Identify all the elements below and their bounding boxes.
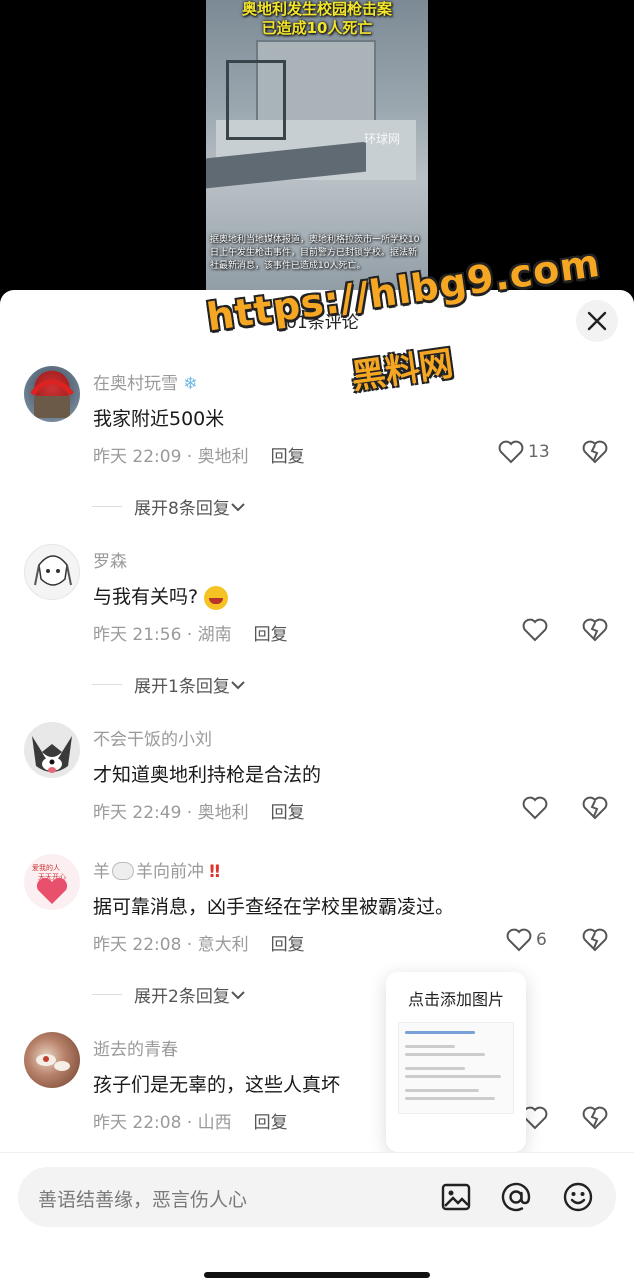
dislike-button[interactable]	[582, 928, 608, 956]
dislike-button[interactable]	[582, 618, 608, 646]
chevron-down-icon	[231, 990, 245, 999]
reply-button[interactable]: 回复	[254, 625, 288, 645]
chevron-down-icon	[231, 502, 245, 511]
at-icon	[501, 1182, 531, 1212]
screenshot-thumbnail[interactable]	[398, 1022, 514, 1114]
like-button[interactable]	[522, 618, 548, 642]
video-headline: 奥地利发生校园枪击案 已造成10人死亡	[241, 0, 392, 37]
reply-button[interactable]: 回复	[271, 935, 305, 955]
reply-button[interactable]: 回复	[271, 803, 305, 823]
video-scene-frame	[226, 60, 286, 140]
snowflake-icon: ❄	[183, 374, 198, 394]
expand-replies-label: 展开8条回复	[134, 499, 230, 519]
heart-icon	[522, 618, 548, 642]
sheep-icon	[112, 862, 134, 880]
comment-text: 孩子们是无辜的，这些人真坏	[93, 1074, 341, 1096]
comment-input-bar: 善语结善缘，恶言伤人心	[0, 1152, 634, 1280]
dislike-button[interactable]	[582, 440, 608, 468]
image-icon	[441, 1183, 471, 1211]
expand-replies-label: 展开1条回复	[134, 677, 230, 697]
avatar[interactable]	[24, 722, 80, 778]
avatar[interactable]: 爱我的人 天天开心	[24, 854, 80, 910]
comment-input-placeholder: 善语结善缘，恶言伤人心	[38, 1189, 248, 1211]
video-caption: 据奥地利当地媒体报道，奥地利格拉茨市一所学校10日上午发生枪击事件，目前警方已封…	[210, 235, 420, 271]
comment-time: 昨天 22:08 · 山西	[93, 1113, 232, 1133]
home-indicator[interactable]	[204, 1272, 430, 1278]
close-icon	[587, 311, 607, 331]
dislike-button[interactable]	[582, 1106, 608, 1134]
expand-replies-button[interactable]: 展开2条回复	[92, 982, 246, 1007]
avatar[interactable]	[24, 1032, 80, 1088]
heart-icon	[498, 440, 524, 464]
like-button[interactable]: 13	[498, 440, 550, 464]
video-player[interactable]: 奥地利发生校园枪击案 已造成10人死亡 环球网 据奥地利当地媒体报道，奥地利格拉…	[206, 0, 428, 300]
like-button[interactable]: 6	[506, 928, 547, 952]
broken-heart-icon	[582, 440, 608, 464]
reply-button[interactable]: 回复	[254, 1113, 288, 1133]
broken-heart-icon	[582, 1106, 608, 1130]
like-count: 6	[536, 930, 547, 950]
video-logo: 环球网	[364, 132, 401, 146]
chevron-down-icon	[231, 680, 245, 689]
divider	[92, 994, 122, 995]
broken-heart-icon	[582, 618, 608, 642]
comment-text: 与我有关吗?	[93, 582, 229, 610]
expand-replies-label: 展开2条回复	[134, 987, 230, 1007]
divider	[92, 506, 122, 507]
comment-input[interactable]: 善语结善缘，恶言伤人心	[18, 1167, 616, 1227]
like-button[interactable]	[522, 796, 548, 820]
like-count: 13	[528, 442, 550, 462]
emoji-icon	[563, 1182, 593, 1212]
expand-replies-button[interactable]: 展开1条回复	[92, 672, 246, 697]
mention-button[interactable]	[498, 1179, 534, 1215]
add-image-popup[interactable]: 点击添加图片	[386, 972, 526, 1164]
comment-text: 据可靠消息，凶手查经在学校里被霸凌过。	[93, 896, 455, 918]
comment-text: 我家附近500米	[93, 408, 225, 430]
dislike-button[interactable]	[582, 796, 608, 824]
heart-icon	[522, 796, 548, 820]
avatar[interactable]	[24, 544, 80, 600]
emoji-button[interactable]	[560, 1179, 596, 1215]
comment-username[interactable]: 羊羊向前冲 ‼	[93, 857, 220, 882]
avatar[interactable]	[24, 366, 80, 422]
reply-button[interactable]: 回复	[271, 447, 305, 467]
laughing-emoji-icon	[204, 585, 229, 610]
comment-username[interactable]: 不会干饭的小刘	[93, 725, 212, 750]
broken-heart-icon	[582, 928, 608, 952]
broken-heart-icon	[582, 796, 608, 820]
add-image-label: 点击添加图片	[407, 990, 504, 1009]
expand-replies-button[interactable]: 展开8条回复	[92, 494, 246, 519]
comment-time: 昨天 22:08 · 意大利	[93, 935, 249, 955]
image-button[interactable]	[438, 1179, 474, 1215]
close-button[interactable]	[576, 300, 618, 342]
comment-time: 昨天 22:49 · 奥地利	[93, 803, 249, 823]
double-exclamation-icon: ‼	[209, 862, 221, 882]
comment-text: 才知道奥地利持枪是合法的	[93, 764, 322, 786]
comment-username[interactable]: 罗森	[93, 547, 127, 572]
heart-icon	[506, 928, 532, 952]
comment-username[interactable]: 逝去的青春	[93, 1035, 178, 1060]
divider	[92, 684, 122, 685]
comment-time: 昨天 22:09 · 奥地利	[93, 447, 249, 467]
svg-text:爱我的人: 爱我的人	[32, 863, 60, 872]
comment-time: 昨天 21:56 · 湖南	[93, 625, 232, 645]
comment-username[interactable]: 在奥村玩雪 ❄	[93, 369, 198, 394]
